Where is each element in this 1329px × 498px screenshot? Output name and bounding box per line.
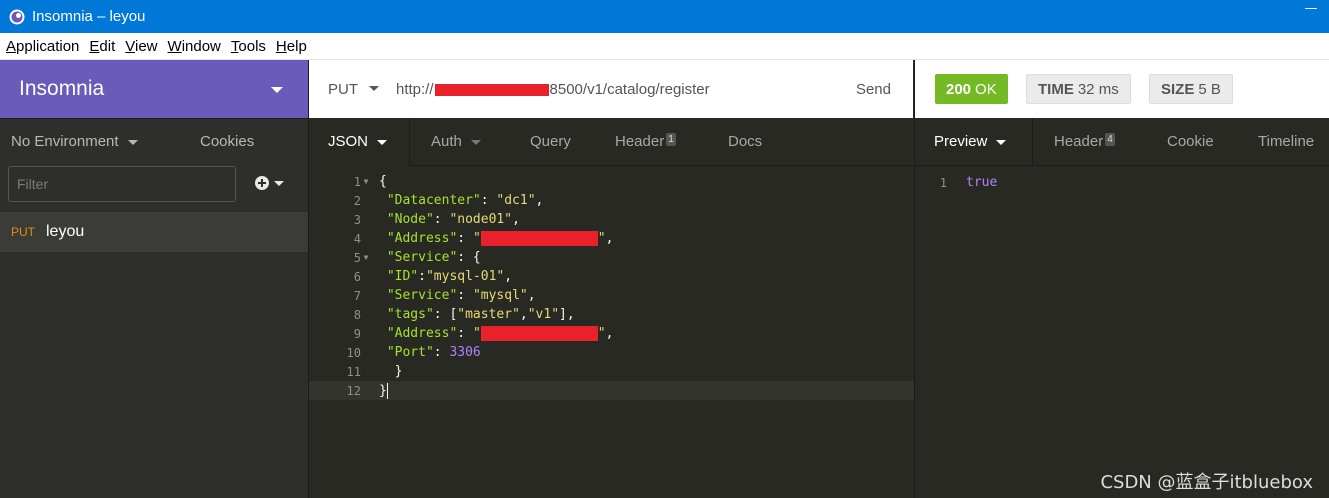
plus-circle-icon	[255, 176, 269, 190]
chevron-down-icon	[274, 180, 284, 186]
tab-preview[interactable]: Preview	[934, 133, 1007, 150]
chevron-down-icon	[996, 139, 1007, 145]
redacted-value	[480, 231, 598, 246]
code-line: 2 "Datacenter": "dc1",	[353, 193, 544, 208]
tab-auth-label: Auth	[431, 133, 462, 150]
tab-auth[interactable]: Auth	[431, 133, 481, 150]
filter-row	[0, 164, 308, 212]
workspace-dropdown[interactable]: Insomnia	[0, 60, 308, 118]
menu-tools[interactable]: Tools	[231, 38, 266, 55]
status-badge: 200 OK	[935, 74, 1008, 104]
send-button[interactable]: Send	[856, 81, 891, 98]
sidebar-request-item[interactable]: PUT leyou	[0, 212, 308, 252]
request-name: leyou	[46, 223, 85, 240]
response-pane: 200 OK TIME 32 ms SIZE 5 B Preview Header 4 …	[914, 60, 1329, 498]
tab-header[interactable]: Header 1	[615, 133, 676, 150]
code-line: 8 "tags": ["master","v1"],	[353, 307, 575, 322]
code-line: 9 "Address": " ",	[353, 326, 614, 341]
sidebar: Insomnia No Environment Cookies PUT leyo…	[0, 60, 308, 498]
header-count-badge: 4	[1105, 133, 1115, 146]
size-badge: SIZE 5 B	[1149, 74, 1233, 104]
url-bar: PUT http:// 8500/v1/catalog/register Send	[309, 60, 913, 118]
tab-timeline[interactable]: Timeline	[1258, 133, 1314, 150]
chevron-down-icon	[470, 139, 481, 145]
code-line: 6 "ID":"mysql-01",	[353, 269, 513, 284]
chevron-down-icon	[271, 87, 283, 93]
code-line: 11 }	[346, 364, 403, 379]
code-line: 5 ▼ "Service": {	[353, 250, 481, 265]
workspace-name: Insomnia	[19, 77, 105, 100]
code-line: 3 "Node": "node01",	[353, 212, 520, 227]
environment-label: No Environment	[11, 133, 119, 150]
response-preview-line: 1 true	[939, 175, 998, 190]
chevron-down-icon	[369, 86, 379, 91]
json-body-editor[interactable]: 1 ▼ { 2 "Datacenter": "dc1", 3 "Node": "n…	[309, 167, 914, 497]
menu-window[interactable]: Window	[168, 38, 221, 55]
menu-help[interactable]: Help	[276, 38, 307, 55]
tab-query[interactable]: Query	[530, 133, 571, 150]
fold-arrow-icon[interactable]: ▼	[361, 177, 371, 186]
tab-docs[interactable]: Docs	[728, 133, 762, 150]
response-status-bar: 200 OK TIME 32 ms SIZE 5 B	[915, 60, 1329, 118]
redacted-host	[434, 84, 549, 97]
text-cursor	[386, 382, 388, 399]
tab-response-header[interactable]: Header 4	[1054, 133, 1115, 150]
fold-arrow-icon[interactable]: ▼	[361, 253, 371, 262]
environment-row: No Environment Cookies	[0, 118, 308, 164]
header-count-badge: 1	[666, 133, 676, 146]
method-select[interactable]: PUT	[328, 81, 358, 98]
chevron-down-icon	[377, 139, 388, 145]
request-pane: PUT http:// 8500/v1/catalog/register Send…	[308, 60, 914, 498]
response-body: true	[966, 175, 998, 190]
watermark: CSDN @蓝盒子itbluebox	[1100, 472, 1313, 493]
code-line: 1 ▼ {	[353, 174, 387, 189]
request-method-badge: PUT	[11, 225, 35, 239]
code-line: 4 "Address": " ",	[353, 231, 614, 246]
url-suffix: 8500/v1/catalog/register	[549, 81, 710, 98]
time-badge: TIME 32 ms	[1026, 74, 1131, 104]
tab-json-label: JSON	[328, 133, 369, 150]
code-line: 7 "Service": "mysql",	[353, 288, 536, 303]
chevron-down-icon	[127, 139, 138, 145]
cookies-button[interactable]: Cookies	[200, 133, 254, 150]
environment-select[interactable]: No Environment	[11, 133, 138, 150]
url-input[interactable]: http:// 8500/v1/catalog/register	[396, 81, 710, 98]
menu-bar: Application Edit View Window Tools Help	[0, 33, 1329, 60]
menu-edit[interactable]: Edit	[89, 38, 115, 55]
tab-cookie[interactable]: Cookie	[1167, 133, 1214, 150]
request-tabs: JSON Auth Query Header 1 Docs	[309, 118, 913, 166]
menu-view[interactable]: View	[125, 38, 157, 55]
insomnia-logo-icon	[9, 9, 25, 24]
menu-application[interactable]: Application	[6, 38, 79, 55]
response-tabs: Preview Header 4 Cookie Timeline	[915, 118, 1329, 166]
url-prefix: http://	[396, 81, 434, 98]
redacted-value	[480, 326, 598, 341]
filter-input[interactable]	[8, 166, 236, 202]
code-line: 10 "Port": 3306	[346, 345, 481, 360]
code-line-current: 12 }	[309, 381, 914, 400]
tab-json[interactable]: JSON	[328, 133, 388, 150]
window-title: Insomnia – leyou	[32, 8, 146, 25]
minimize-icon[interactable]	[1305, 8, 1317, 9]
title-bar: Insomnia – leyou	[0, 0, 1329, 33]
add-request-button[interactable]	[255, 176, 284, 190]
tab-header-label: Header	[615, 133, 665, 150]
